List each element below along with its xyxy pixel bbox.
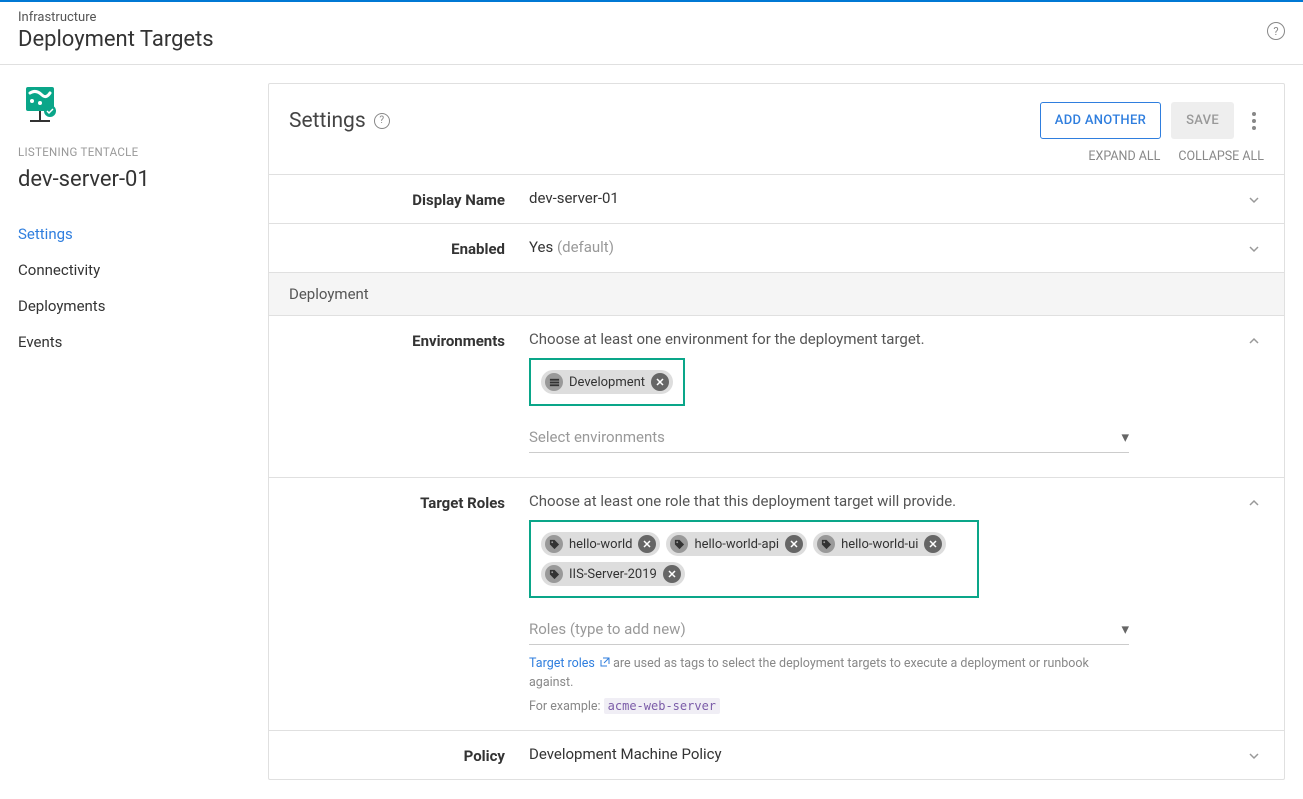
nav-connectivity[interactable]: Connectivity (18, 252, 250, 288)
policy-row[interactable]: Policy Development Machine Policy (269, 730, 1284, 779)
chevron-down-icon (1244, 745, 1264, 763)
settings-panel: Settings ? ADD ANOTHER SAVE EXPAND ALL C… (268, 83, 1285, 780)
nav-events[interactable]: Events (18, 324, 250, 360)
roles-input[interactable] (529, 620, 1121, 638)
roles-example: For example: acme-web-server (529, 697, 1129, 717)
enabled-row[interactable]: Enabled Yes (default) (269, 223, 1284, 272)
tag-icon (817, 535, 835, 553)
tag-icon (545, 535, 563, 553)
role-chip: hello-world (541, 532, 660, 556)
sidebar-name: dev-server-01 (18, 167, 250, 192)
target-roles-link[interactable]: Target roles (529, 656, 610, 671)
tag-icon (670, 535, 688, 553)
remove-chip-icon[interactable] (785, 535, 803, 553)
roles-select[interactable]: ▾ (529, 614, 1129, 645)
nav-settings[interactable]: Settings (18, 216, 250, 252)
remove-chip-icon[interactable] (663, 565, 681, 583)
chevron-down-icon (1244, 189, 1264, 207)
panel-title: Settings ? (289, 109, 390, 133)
environments-input[interactable] (529, 428, 1121, 446)
role-chip: hello-world-api (666, 532, 807, 556)
sidebar-type: LISTENING TENTACLE (18, 145, 250, 159)
environments-row: Environments Choose at least one environ… (269, 315, 1284, 477)
deployment-section: Deployment (269, 272, 1284, 315)
tag-icon (545, 565, 563, 583)
env-chip: Development (541, 370, 673, 394)
settings-help-icon[interactable]: ? (374, 113, 390, 129)
help-icon[interactable]: ? (1267, 22, 1285, 40)
breadcrumb[interactable]: Infrastructure (18, 10, 214, 25)
roles-row: Target Roles Choose at least one role th… (269, 477, 1284, 730)
overflow-menu[interactable] (1244, 106, 1264, 136)
page-header: Infrastructure Deployment Targets ? (0, 2, 1303, 65)
env-icon (545, 373, 563, 391)
chevron-up-icon (1244, 330, 1264, 348)
tentacle-icon (18, 83, 62, 127)
add-another-button[interactable]: ADD ANOTHER (1040, 102, 1161, 139)
environments-tags: Development (529, 358, 685, 406)
role-chip: hello-world-ui (813, 532, 946, 556)
roles-tags: hello-worldhello-world-apihello-world-ui… (529, 520, 979, 598)
collapse-all[interactable]: COLLAPSE ALL (1178, 149, 1264, 164)
page-title: Deployment Targets (18, 27, 214, 52)
chevron-up-icon (1244, 492, 1264, 510)
sidebar: LISTENING TENTACLE dev-server-01 Setting… (0, 65, 268, 798)
save-button[interactable]: SAVE (1171, 102, 1234, 139)
display-name-row[interactable]: Display Name dev-server-01 (269, 174, 1284, 223)
caret-down-icon: ▾ (1121, 620, 1129, 638)
remove-chip-icon[interactable] (924, 535, 942, 553)
remove-chip-icon[interactable] (638, 535, 656, 553)
nav-deployments[interactable]: Deployments (18, 288, 250, 324)
remove-chip-icon[interactable] (651, 373, 669, 391)
expand-all[interactable]: EXPAND ALL (1088, 149, 1160, 164)
role-chip: IIS-Server-2019 (541, 562, 685, 586)
environments-select[interactable]: ▾ (529, 422, 1129, 453)
roles-helper: Target roles are used as tags to select … (529, 655, 1129, 693)
chevron-down-icon (1244, 238, 1264, 256)
caret-down-icon: ▾ (1121, 428, 1129, 446)
